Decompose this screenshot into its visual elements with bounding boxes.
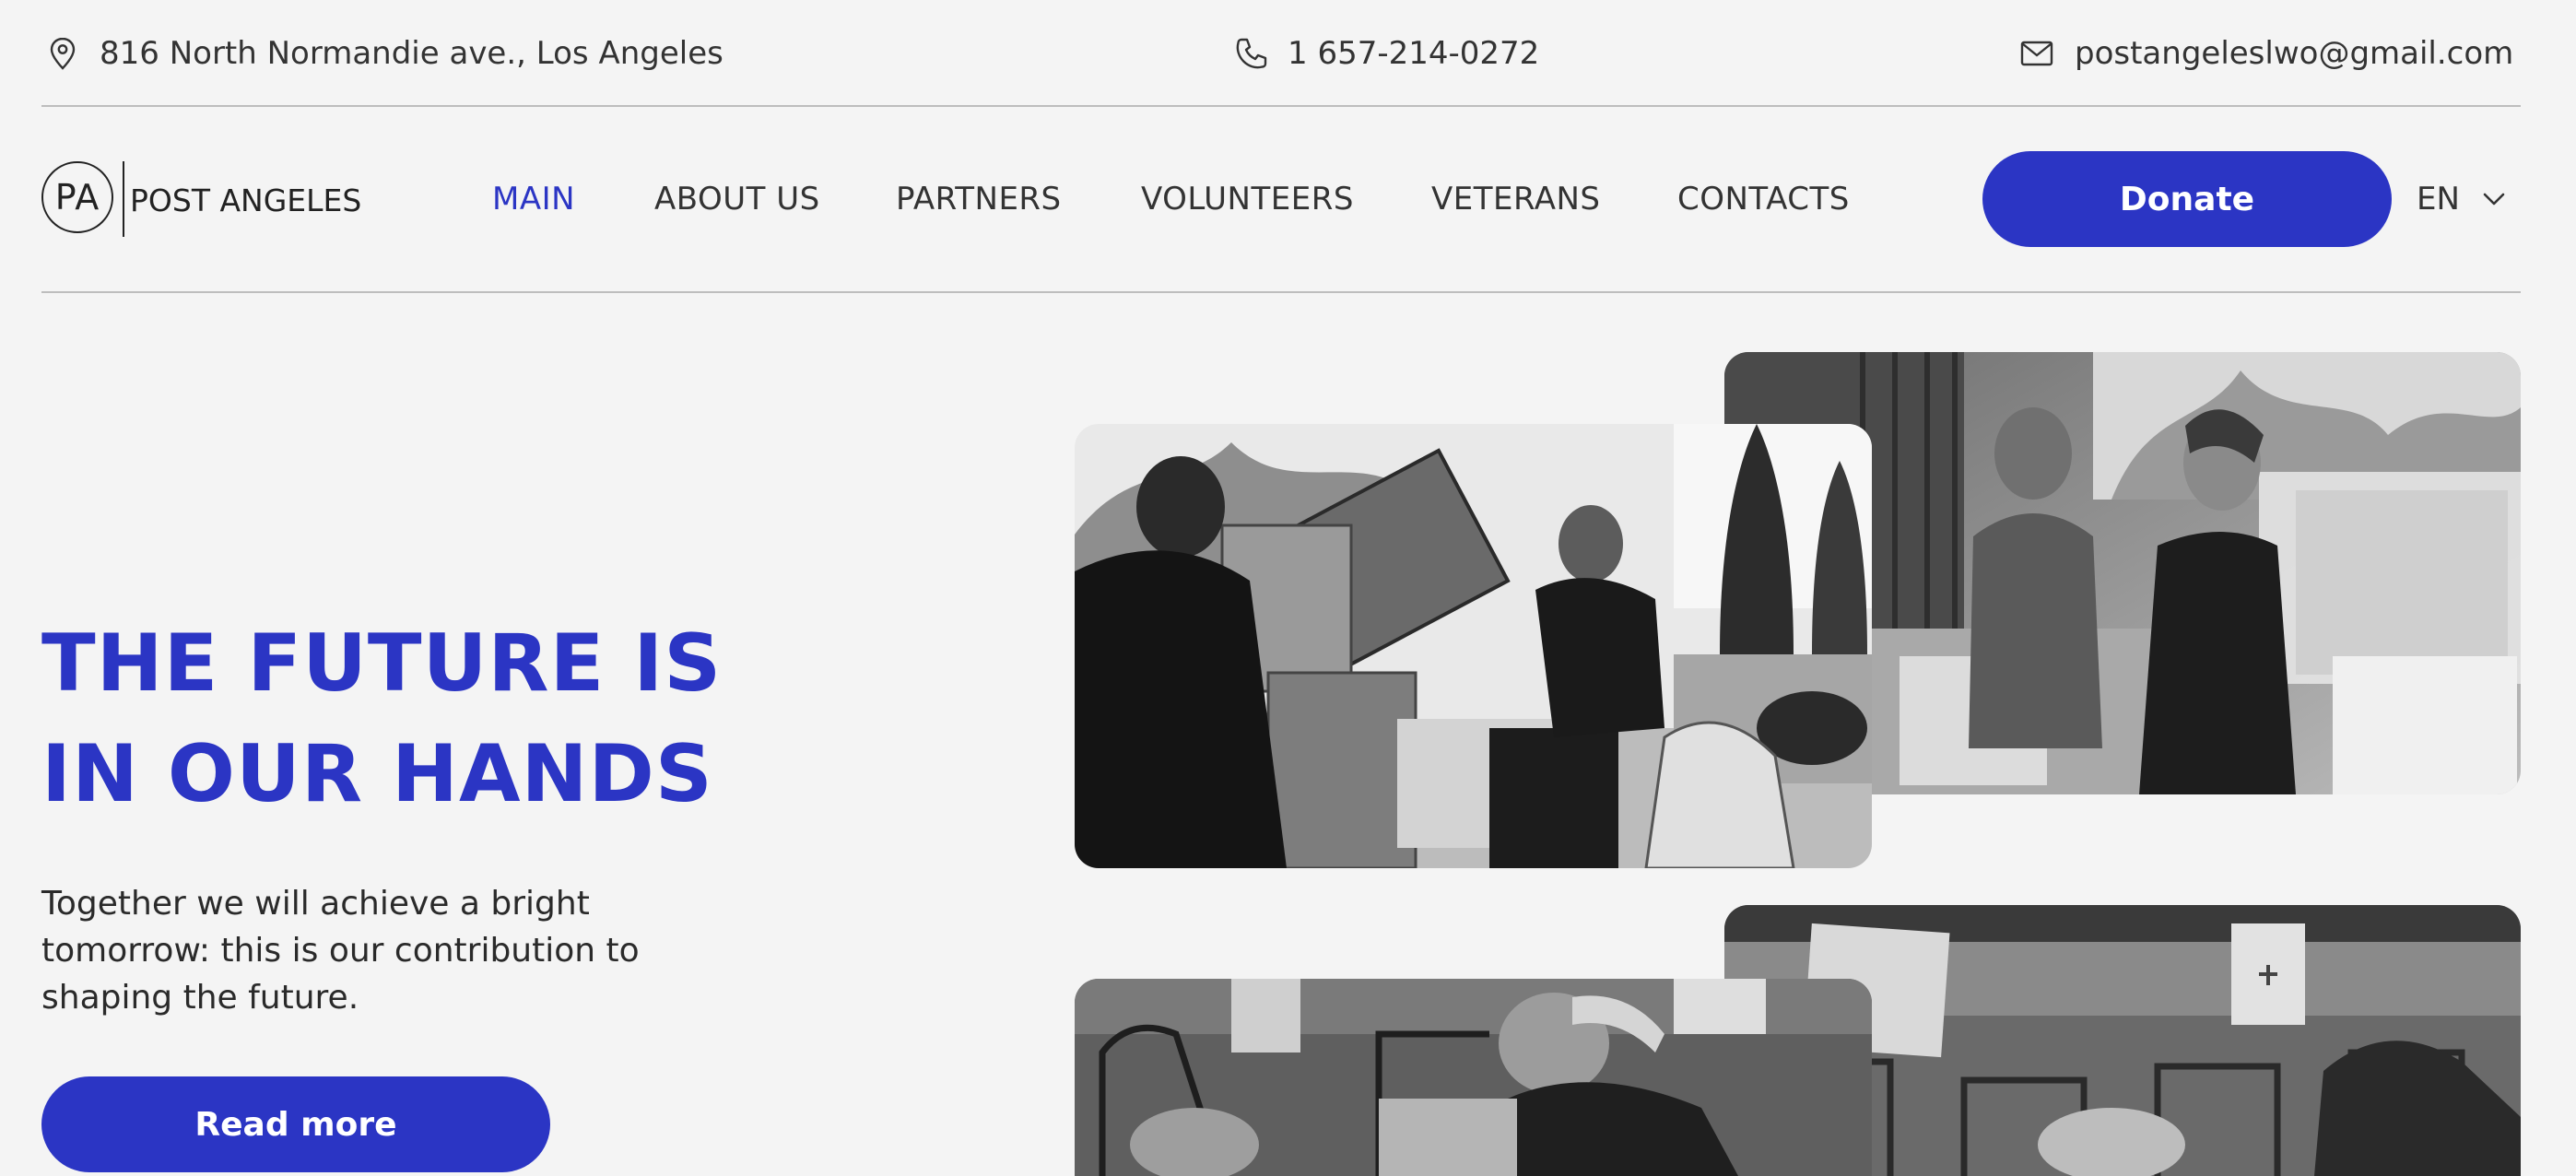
logo-name: POST ANGELES bbox=[130, 182, 362, 218]
nav-item-main[interactable]: MAIN bbox=[492, 181, 575, 218]
hero-title-line-2: IN OUR HANDS bbox=[41, 728, 713, 820]
nav-item-partners[interactable]: PARTNERS bbox=[896, 181, 1062, 218]
nav-item-contacts[interactable]: CONTACTS bbox=[1677, 181, 1850, 218]
phone-number[interactable]: 1 657-214-0272 bbox=[1288, 38, 1539, 69]
nav-item-volunteers[interactable]: VOLUNTEERS bbox=[1141, 181, 1354, 218]
logo-divider bbox=[123, 161, 124, 237]
hero-title-line-1: THE FUTURE IS bbox=[41, 617, 723, 710]
chevron-down-icon[interactable] bbox=[2479, 184, 2509, 214]
map-pin-icon bbox=[50, 37, 76, 70]
phone-icon bbox=[1236, 38, 1267, 69]
hero-title: THE FUTURE IS IN OUR HANDS bbox=[41, 608, 963, 829]
nav-item-about-us[interactable]: ABOUT US bbox=[654, 181, 820, 218]
address-text: 816 North Normandie ave., Los Angeles bbox=[100, 35, 723, 72]
logo-monogram: PA bbox=[41, 161, 113, 233]
language-selector[interactable]: EN bbox=[2417, 181, 2460, 218]
volunteers-photo-top-left bbox=[1075, 424, 1872, 868]
nav-item-veterans[interactable]: VETERANS bbox=[1431, 181, 1601, 218]
mail-icon bbox=[2020, 41, 2053, 66]
volunteers-photo-bottom-left bbox=[1075, 979, 1872, 1176]
email-address[interactable]: postangeleslwo@gmail.com bbox=[2075, 38, 2513, 69]
donate-button[interactable]: Donate bbox=[1982, 151, 2392, 247]
top-divider bbox=[41, 105, 2521, 107]
hero-subtitle: Together we will achieve a bright tomorr… bbox=[41, 885, 640, 1017]
header-divider bbox=[41, 291, 2521, 293]
read-more-button[interactable]: Read more bbox=[41, 1076, 550, 1172]
